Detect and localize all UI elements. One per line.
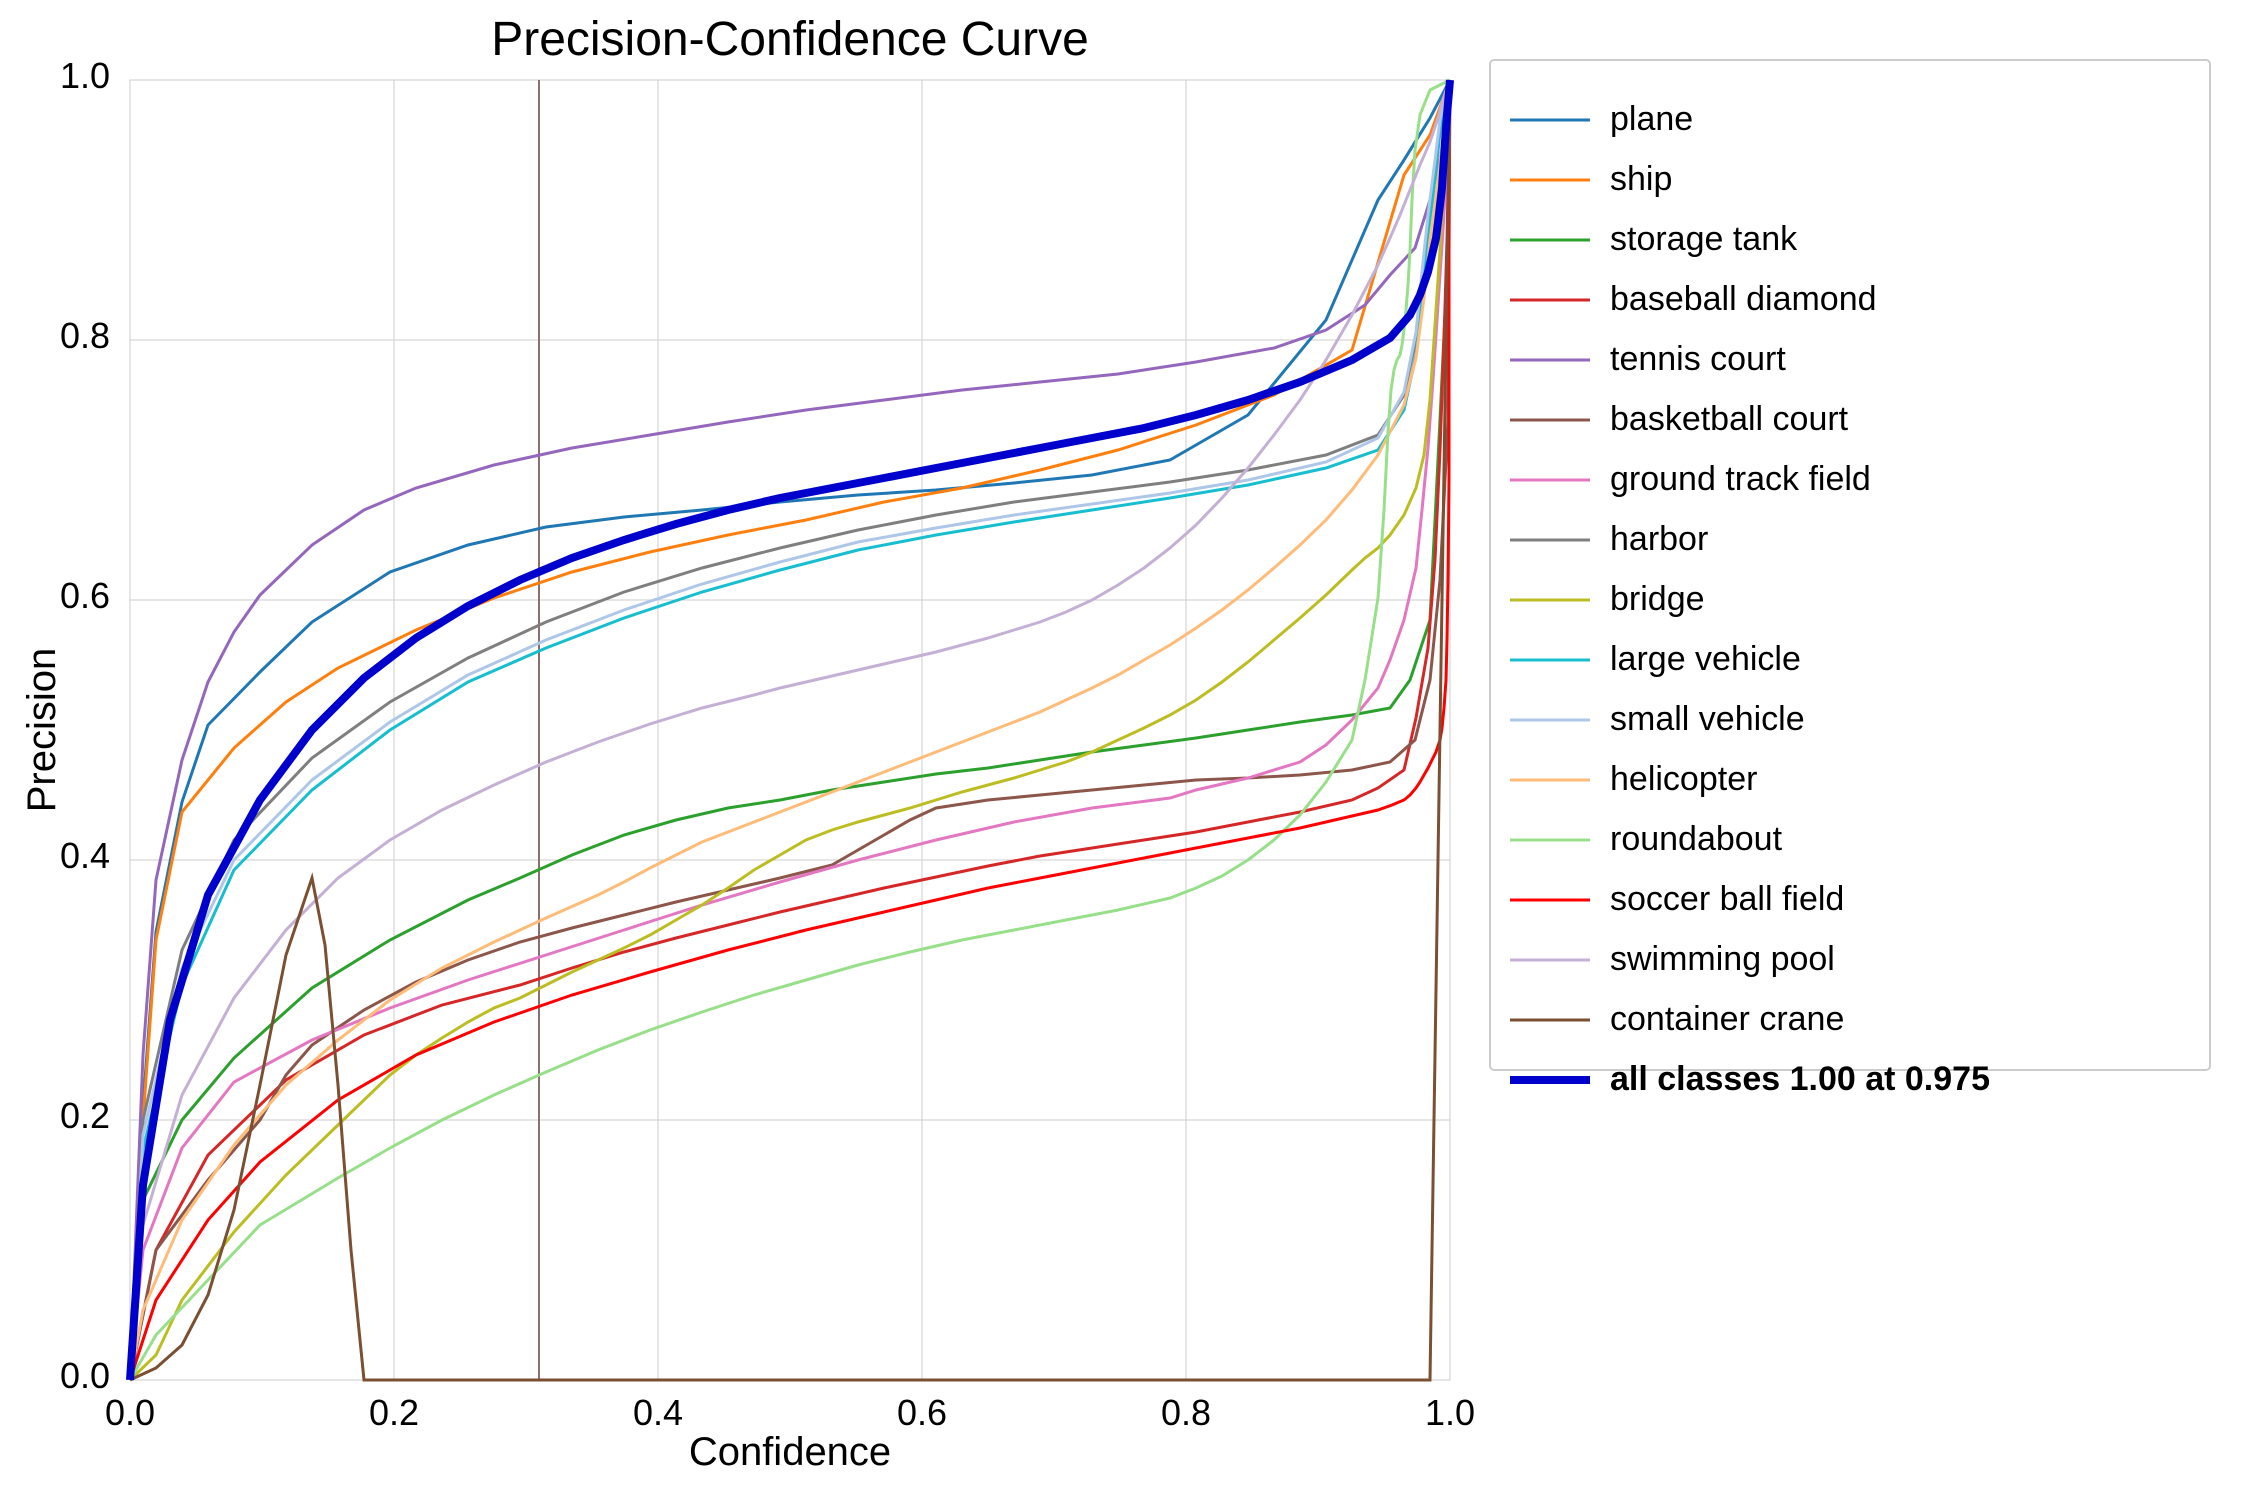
legend-label-large-vehicle: large vehicle <box>1610 640 1801 678</box>
legend-label-bridge: bridge <box>1610 580 1705 618</box>
legend-box <box>1490 60 2210 1070</box>
chart-container: Precision-Confidence Curve Precision Con… <box>0 0 2250 1500</box>
svg-text:0.8: 0.8 <box>1161 1392 1211 1433</box>
precision-confidence-chart: Precision-Confidence Curve Precision Con… <box>0 0 2250 1500</box>
legend-label-baseball-diamond: baseball diamond <box>1610 280 1877 318</box>
legend-label-all-classes: all classes 1.00 at 0.975 <box>1610 1060 1990 1098</box>
svg-text:0.2: 0.2 <box>60 1095 110 1136</box>
svg-text:0.6: 0.6 <box>60 575 110 616</box>
legend-label-harbor: harbor <box>1610 520 1708 558</box>
y-axis-label: Precision <box>20 648 64 813</box>
legend-label-basketball-court: basketball court <box>1610 400 1849 438</box>
legend-label-helicopter: helicopter <box>1610 760 1757 798</box>
svg-text:0.0: 0.0 <box>105 1392 155 1433</box>
legend-label-swimming-pool: swimming pool <box>1610 940 1835 978</box>
x-axis-label: Confidence <box>689 1430 891 1474</box>
svg-text:0.2: 0.2 <box>369 1392 419 1433</box>
svg-text:0.0: 0.0 <box>60 1355 110 1396</box>
chart-title: Precision-Confidence Curve <box>491 13 1089 66</box>
svg-text:0.4: 0.4 <box>60 835 110 876</box>
legend-label-tennis-court: tennis court <box>1610 340 1786 378</box>
legend-label-plane: plane <box>1610 100 1693 138</box>
svg-text:0.4: 0.4 <box>633 1392 683 1433</box>
legend-label-soccer-ball-field: soccer ball field <box>1610 880 1844 918</box>
legend-label-small-vehicle: small vehicle <box>1610 700 1805 738</box>
svg-text:0.6: 0.6 <box>897 1392 947 1433</box>
svg-text:1.0: 1.0 <box>60 55 110 96</box>
legend-label-container-crane: container crane <box>1610 1000 1844 1038</box>
legend-label-ship: ship <box>1610 160 1672 198</box>
legend-label-storage-tank: storage tank <box>1610 220 1798 258</box>
legend-label-roundabout: roundabout <box>1610 820 1783 858</box>
legend-label-ground-track-field: ground track field <box>1610 460 1871 498</box>
svg-text:1.0: 1.0 <box>1425 1392 1475 1433</box>
svg-text:0.8: 0.8 <box>60 315 110 356</box>
